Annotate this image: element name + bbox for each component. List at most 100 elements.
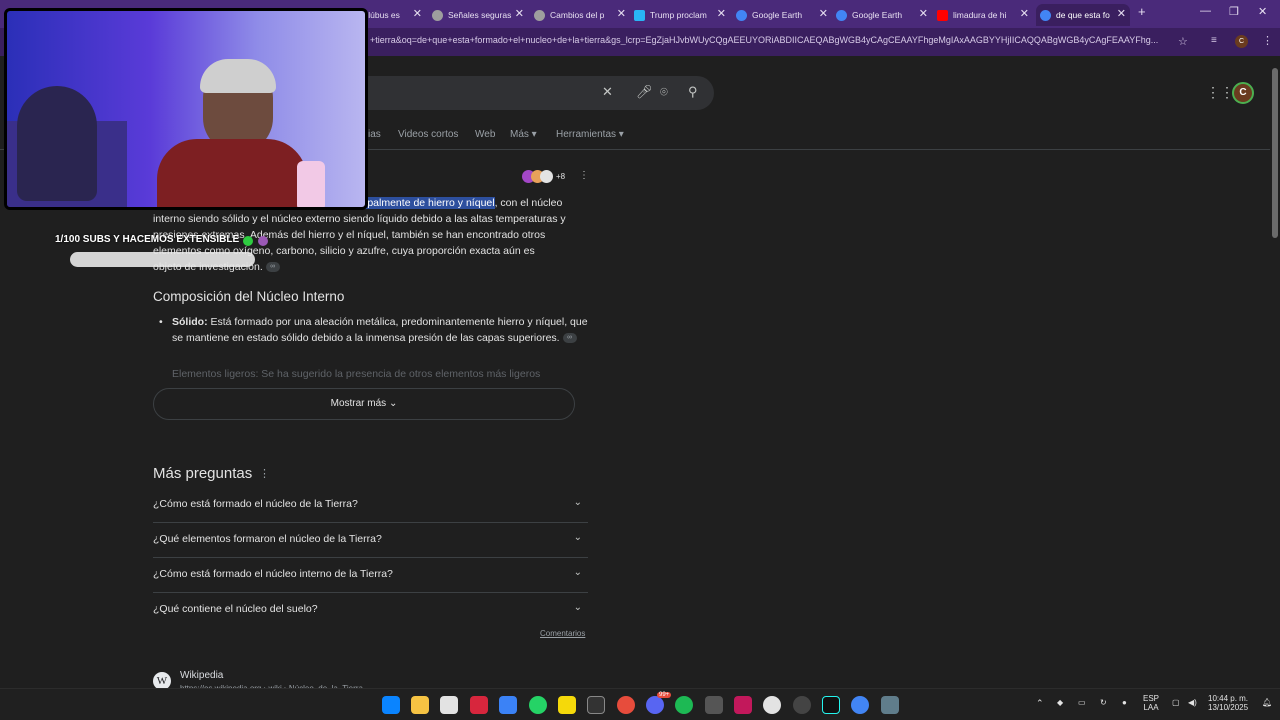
notifications-icon[interactable]: 🔔︎ [1262,698,1272,707]
image-search-icon[interactable]: ⌾ [660,84,668,100]
news-app-icon[interactable] [470,696,488,714]
tab-close-icon[interactable]: ✕ [819,7,828,20]
tray-overflow-icon[interactable]: ⌃ [1036,698,1044,709]
tab-close-icon[interactable]: ✕ [717,7,726,20]
source-avatar[interactable] [540,170,553,183]
nav-tab-more[interactable]: Más ▾ [510,129,537,140]
volume-icon[interactable]: ◀) [1188,698,1197,707]
whatsapp-icon[interactable] [529,696,547,714]
minimize-icon[interactable]: — [1200,5,1211,17]
browser-tab[interactable]: Google Earth ✕ [836,4,932,26]
overview-line-2: interno siendo sólido y el núcleo extern… [153,213,566,225]
chevron-down-icon[interactable]: ⌄ [574,532,582,543]
question-row[interactable]: ¿Cómo está formado el núcleo interno de … [153,558,588,593]
file-explorer-icon[interactable] [411,696,429,714]
calculator-icon[interactable] [881,696,899,714]
tab-close-icon[interactable]: ✕ [515,7,524,20]
chatgpt-icon[interactable] [763,696,781,714]
tab-title: Cambios del p [550,10,605,20]
browser-tab[interactable]: limadura de hi ✕ [937,4,1033,26]
voice-search-icon[interactable]: 🎤︎ [636,84,653,100]
chevron-down-icon[interactable]: ⌄ [574,602,582,613]
question-row[interactable]: ¿Qué elementos formaron el núcleo de la … [153,523,588,558]
show-more-button[interactable]: Mostrar más ⌄ [153,388,575,420]
nav-tab-short-videos[interactable]: Videos cortos [398,129,458,140]
tab-close-icon[interactable]: ✕ [617,7,626,20]
browser-tab[interactable]: clúbus es ✕ [364,4,426,26]
tab-close-icon[interactable]: ✕ [413,7,422,20]
question-row[interactable]: ¿Cómo está formado el núcleo de la Tierr… [153,488,588,523]
nav-tab-tools[interactable]: Herramientas ▾ [556,129,624,140]
composition-list: • Sólido: Está formado por una aleación … [159,314,592,346]
notes-app-icon[interactable] [558,696,576,714]
tab-favicon-icon [634,9,645,21]
question-text: ¿Cómo está formado el núcleo de la Tierr… [153,498,358,510]
address-bar[interactable]: +tierra&oq=de+que+esta+formado+el+nucleo… [370,35,1170,45]
chevron-down-icon[interactable]: ⌄ [574,567,582,578]
nav-tab-news[interactable]: ias [368,129,381,140]
subs-progress-bar [70,252,255,267]
question-row[interactable]: ¿Qué contiene el núcleo del suelo? ⌄ [153,593,588,628]
citation-link-icon[interactable]: ∞ [265,262,280,273]
grid-app-icon[interactable] [499,696,517,714]
clock[interactable]: 10:44 p. m. 13/10/2025 [1208,694,1248,712]
result-source-name[interactable]: Wikipedia [180,670,223,681]
browser-tab[interactable]: Google Earth ✕ [736,4,832,26]
chrome-icon[interactable] [617,696,635,714]
tray-app-icon[interactable]: ◆ [1057,698,1063,707]
profile-avatar[interactable]: C [1235,35,1248,48]
feedback-link[interactable]: Comentarios [540,629,585,638]
overview-menu-icon[interactable]: ⋮ [579,170,589,181]
taskbar: 99+ ⌃ ◆ ▭ ↻ ● ESP LAA ▢ ◀) 10:44 p. m. 13/… [0,688,1280,720]
terminal-icon[interactable] [587,696,605,714]
tray-app-icon[interactable]: ↻ [1100,698,1107,707]
tiktok-icon[interactable] [822,696,840,714]
restore-icon[interactable]: ❐ [1229,5,1239,18]
tab-close-icon[interactable]: ✕ [1117,7,1126,20]
chevron-down-icon[interactable]: ⌄ [574,497,582,508]
overview-line-1: ipalmente de hierro y níquel, con el núc… [365,195,562,211]
more-questions-heading: Más preguntas [153,465,253,482]
browser-tab[interactable]: Cambios del p ✕ [534,4,630,26]
webcam-person-left [17,86,97,201]
tab-close-icon[interactable]: ✕ [919,7,928,20]
more-questions-menu-icon[interactable]: ⋮ [259,467,270,480]
nav-tab-web[interactable]: Web [475,129,495,140]
time: 10:44 p. m. [1208,694,1249,703]
menu-kebab-icon[interactable]: ⋮ [1262,34,1273,47]
media-app-icon[interactable] [705,696,723,714]
bullet: • [159,316,163,328]
spotify-icon[interactable] [675,696,693,714]
bookmark-star-icon[interactable]: ☆ [1178,35,1188,48]
microphone-icon[interactable]: ● [1122,698,1127,707]
webcam-overlay [4,8,368,210]
tray-app-icon[interactable]: ▭ [1078,698,1086,707]
browser-tab[interactable]: Señales seguras ✕ [432,4,528,26]
language-top: ESP [1143,694,1160,703]
browser-tab[interactable]: Trump proclam ✕ [634,4,730,26]
close-window-icon[interactable]: ✕ [1258,5,1267,18]
language-indicator[interactable]: ESP LAA [1143,694,1159,712]
discord-icon[interactable] [646,696,664,714]
highlighted-text: ipalmente de hierro y níquel [365,197,495,209]
chrome-active-icon[interactable] [851,696,869,714]
scrollbar-thumb[interactable] [1272,68,1278,238]
show-more-label: Mostrar más [330,398,387,409]
clear-search-icon[interactable]: ✕ [602,84,613,100]
new-tab-button[interactable]: + [1138,4,1146,19]
account-avatar[interactable]: C [1232,82,1254,104]
app-icon[interactable] [793,696,811,714]
search-icon[interactable]: ⚲ [688,84,698,100]
media-controls-icon[interactable]: ≡ [1211,35,1217,46]
network-icon[interactable]: ▢ [1172,698,1180,707]
search-box[interactable]: ✕ 🎤︎ ⌾ ⚲ [340,76,714,110]
browser-tab-active[interactable]: de que esta fo ✕ [1036,4,1130,26]
start-windows-icon[interactable] [382,696,400,714]
store-icon[interactable] [440,696,458,714]
tab-close-icon[interactable]: ✕ [1020,7,1029,20]
citation-link-icon[interactable]: ∞ [562,333,577,344]
photo-app-icon[interactable] [734,696,752,714]
notification-badge: 99+ [657,692,672,698]
sources-count[interactable]: +8 [556,172,565,181]
scrollbar[interactable] [1270,56,1280,688]
